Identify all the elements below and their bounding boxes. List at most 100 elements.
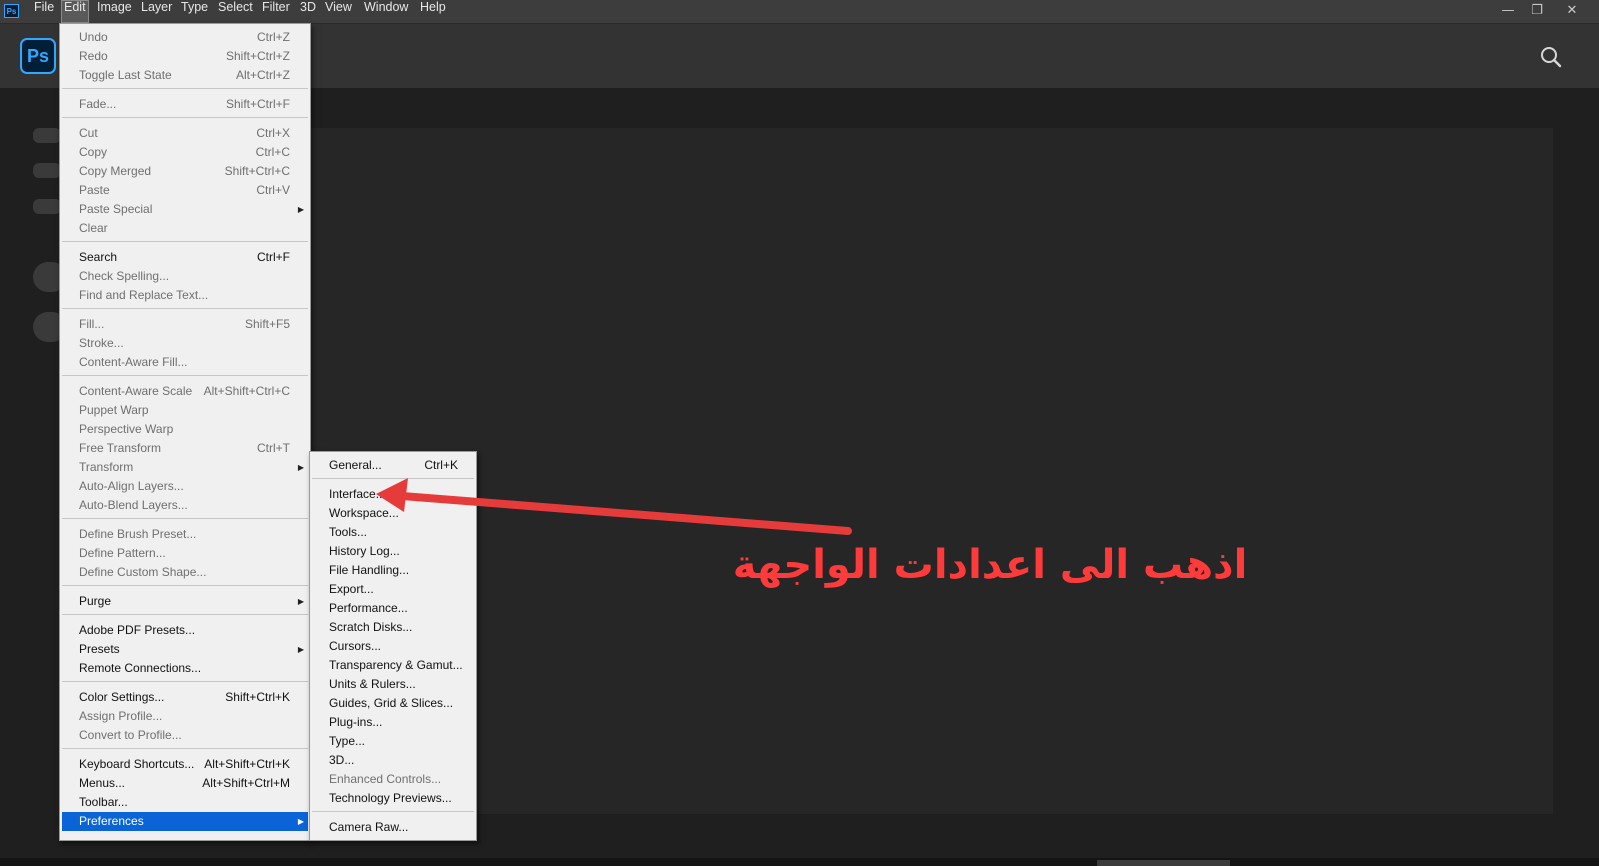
menu-item-cursors[interactable]: Cursors...	[312, 637, 474, 656]
menu-item-label: Copy Merged	[79, 164, 152, 178]
home-content-area	[307, 128, 1553, 814]
menu-item-label: Guides, Grid & Slices...	[329, 696, 454, 710]
menu-item-camera-raw[interactable]: Camera Raw...	[312, 818, 474, 837]
menu-item-units-rulers[interactable]: Units & Rulers...	[312, 675, 474, 694]
menu-item-label: Type...	[329, 734, 366, 748]
menu-item-toolbar[interactable]: Toolbar...	[62, 793, 308, 812]
menu-item-technology-previews[interactable]: Technology Previews...	[312, 789, 474, 808]
menu-item-type[interactable]: Type...	[312, 732, 474, 751]
menu-item-label: Define Pattern...	[79, 546, 166, 560]
menu-item-paste-special: Paste Special ▶	[62, 200, 308, 219]
sidebar-item[interactable]	[33, 199, 61, 214]
menu-item-keyboard-shortcuts[interactable]: Keyboard Shortcuts... Alt+Shift+Ctrl+K	[62, 755, 308, 774]
menu-item-shortcut: Ctrl+V	[256, 183, 290, 197]
menu-item-shortcut: Shift+F5	[244, 317, 290, 331]
menu-item-transform: Transform ▶	[62, 458, 308, 477]
sidebar-item[interactable]	[33, 163, 61, 178]
menu-item-label: Interface...	[329, 487, 386, 501]
menu-separator	[312, 478, 474, 479]
menu-item-label: Cursors...	[329, 639, 382, 653]
menu-item-redo: Redo Shift+Ctrl+Z	[62, 47, 308, 66]
menu-type[interactable]: Type	[181, 0, 208, 23]
menu-item-shortcut: Alt+Shift+Ctrl+K	[204, 757, 290, 771]
menu-item-general[interactable]: General... Ctrl+K	[312, 456, 474, 475]
search-icon[interactable]	[1540, 46, 1562, 68]
menu-item-guides-grid-slices[interactable]: Guides, Grid & Slices...	[312, 694, 474, 713]
menu-item-interface[interactable]: Interface...	[312, 485, 474, 504]
menu-item-shortcut: Ctrl+K	[424, 458, 458, 472]
menu-filter[interactable]: Filter	[262, 0, 290, 23]
menu-item-adobe-pdf-presets[interactable]: Adobe PDF Presets...	[62, 621, 308, 640]
menu-item-label: Technology Previews...	[329, 791, 452, 805]
menu-item-label: Clear	[79, 221, 108, 235]
close-icon[interactable]: ✕	[1564, 3, 1580, 19]
menu-item-define-custom-shape: Define Custom Shape...	[62, 563, 308, 582]
menu-item-label: Stroke...	[79, 336, 124, 350]
menu-item-label: Redo	[79, 49, 108, 63]
menu-item-cut: Cut Ctrl+X	[62, 124, 308, 143]
menu-separator	[62, 308, 308, 309]
menu-item-label: Remote Connections...	[79, 661, 202, 675]
menu-file[interactable]: File	[34, 0, 54, 23]
menu-item-preferences[interactable]: Preferences ▶	[62, 812, 308, 831]
menu-item-paste: Paste Ctrl+V	[62, 181, 308, 200]
menu-item-label: Auto-Align Layers...	[79, 479, 184, 493]
menu-view[interactable]: View	[325, 0, 352, 23]
menu-item-label: Menus...	[79, 776, 126, 790]
horizontal-scrollbar-thumb[interactable]	[1097, 860, 1230, 866]
menu-help[interactable]: Help	[420, 0, 446, 23]
menu-item-label: Paste Special	[79, 202, 153, 216]
menu-separator	[62, 518, 308, 519]
menu-item-shortcut: Alt+Shift+Ctrl+C	[203, 384, 290, 398]
menu-item-tools[interactable]: Tools...	[312, 523, 474, 542]
menu-item-presets[interactable]: Presets ▶	[62, 640, 308, 659]
menu-item-purge[interactable]: Purge ▶	[62, 592, 308, 611]
menu-item-menus[interactable]: Menus... Alt+Shift+Ctrl+M	[62, 774, 308, 793]
menu-item-shortcut: Shift+Ctrl+F	[225, 97, 290, 111]
menu-item-workspace[interactable]: Workspace...	[312, 504, 474, 523]
menu-item-color-settings[interactable]: Color Settings... Shift+Ctrl+K	[62, 688, 308, 707]
menu-item-shortcut: Ctrl+Z	[257, 30, 290, 44]
menu-item-toggle-last-state: Toggle Last State Alt+Ctrl+Z	[62, 66, 308, 85]
menu-item-remote-connections[interactable]: Remote Connections...	[62, 659, 308, 678]
menu-item-label: Content-Aware Fill...	[79, 355, 188, 369]
menu-window[interactable]: Window	[364, 0, 408, 23]
menu-item-auto-align-layers: Auto-Align Layers...	[62, 477, 308, 496]
menu-image[interactable]: Image	[97, 0, 132, 23]
menu-separator	[312, 811, 474, 812]
menu-3d[interactable]: 3D	[300, 0, 316, 23]
menu-item-file-handling[interactable]: File Handling...	[312, 561, 474, 580]
menu-item-label: Preferences	[79, 814, 144, 828]
menu-item-label: Content-Aware Scale	[79, 384, 193, 398]
menu-item-plug-ins[interactable]: Plug-ins...	[312, 713, 474, 732]
menu-item-history-log[interactable]: History Log...	[312, 542, 474, 561]
menu-item-shortcut: Ctrl+F	[257, 250, 290, 264]
menu-item-scratch-disks[interactable]: Scratch Disks...	[312, 618, 474, 637]
menu-item-auto-blend-layers: Auto-Blend Layers...	[62, 496, 308, 515]
menu-edit[interactable]: Edit	[61, 0, 89, 23]
menu-item-shortcut: Ctrl+X	[256, 126, 290, 140]
menu-item-label: Purge	[79, 594, 112, 608]
menu-item-label: Search	[79, 250, 118, 264]
menu-item-fade: Fade... Shift+Ctrl+F	[62, 95, 308, 114]
menu-item-label: Fade...	[79, 97, 117, 111]
menu-item-performance[interactable]: Performance...	[312, 599, 474, 618]
menu-item-define-brush-preset: Define Brush Preset...	[62, 525, 308, 544]
menu-item-label: Find and Replace Text...	[79, 288, 209, 302]
menu-item-search[interactable]: Search Ctrl+F	[62, 248, 308, 267]
menu-item-label: Performance...	[329, 601, 408, 615]
menu-item-shortcut: Shift+Ctrl+K	[225, 690, 290, 704]
menu-item-shortcut: Ctrl+C	[255, 145, 290, 159]
menu-item-label: Convert to Profile...	[79, 728, 182, 742]
photoshop-app-icon[interactable]: Ps	[4, 4, 19, 18]
restore-icon[interactable]: ❐	[1529, 3, 1545, 19]
menu-item-label: Toolbar...	[79, 795, 128, 809]
menu-select[interactable]: Select	[218, 0, 253, 23]
menu-layer[interactable]: Layer	[141, 0, 172, 23]
menu-item-3d[interactable]: 3D...	[312, 751, 474, 770]
menu-item-transparency-gamut[interactable]: Transparency & Gamut...	[312, 656, 474, 675]
sidebar-item[interactable]	[33, 128, 61, 143]
minimize-icon[interactable]: —	[1500, 3, 1516, 19]
menu-item-export[interactable]: Export...	[312, 580, 474, 599]
menu-separator	[62, 681, 308, 682]
